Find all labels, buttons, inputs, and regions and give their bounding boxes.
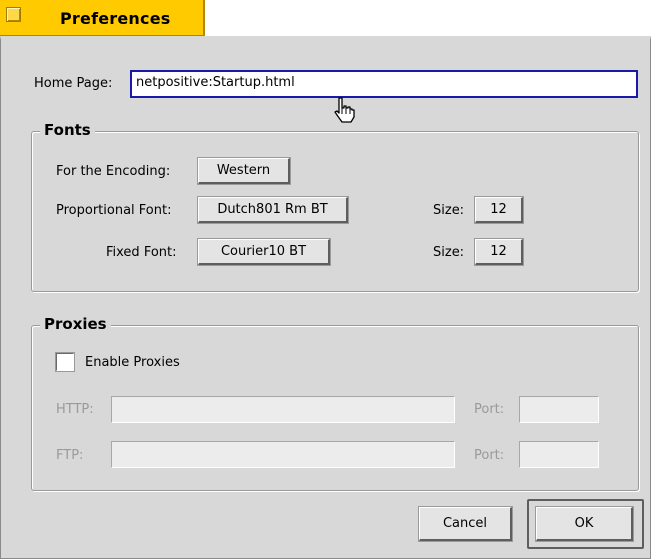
cancel-button[interactable]: Cancel (418, 506, 513, 542)
fixed-size-label: Size: (433, 245, 465, 260)
http-proxy-input[interactable] (111, 396, 455, 423)
http-port-input[interactable] (519, 396, 599, 423)
ok-button[interactable]: OK (535, 506, 634, 542)
ftp-label: FTP: (56, 448, 84, 463)
home-page-label: Home Page: (34, 76, 113, 91)
hand-pointer-icon (334, 97, 355, 123)
enable-proxies-label[interactable]: Enable Proxies (85, 355, 180, 370)
window-title: Preferences (60, 9, 171, 28)
encoding-label: For the Encoding: (56, 164, 171, 179)
fonts-group-title: Fonts (40, 121, 95, 139)
fixed-font-label: Fixed Font: (106, 245, 177, 260)
encoding-menu-button[interactable]: Western (197, 157, 291, 185)
fixed-size-menu-button[interactable]: 12 (474, 238, 524, 266)
proportional-font-menu-button[interactable]: Dutch801 Rm BT (197, 196, 349, 224)
proportional-font-label: Proportional Font: (56, 203, 172, 218)
proportional-size-label: Size: (433, 203, 465, 218)
enable-proxies-checkbox[interactable] (55, 352, 75, 372)
proxies-group-title: Proxies (40, 315, 111, 333)
home-page-input[interactable]: netpositive:Startup.html (130, 70, 638, 98)
http-port-label: Port: (474, 402, 505, 417)
ftp-port-label: Port: (474, 448, 505, 463)
ftp-port-input[interactable] (519, 441, 599, 468)
window-title-tab[interactable]: Preferences (0, 0, 205, 36)
ftp-proxy-input[interactable] (111, 441, 455, 468)
fixed-font-menu-button[interactable]: Courier10 BT (197, 238, 331, 266)
close-box-icon[interactable] (6, 7, 21, 22)
http-label: HTTP: (56, 402, 94, 417)
proportional-size-menu-button[interactable]: 12 (474, 196, 524, 224)
